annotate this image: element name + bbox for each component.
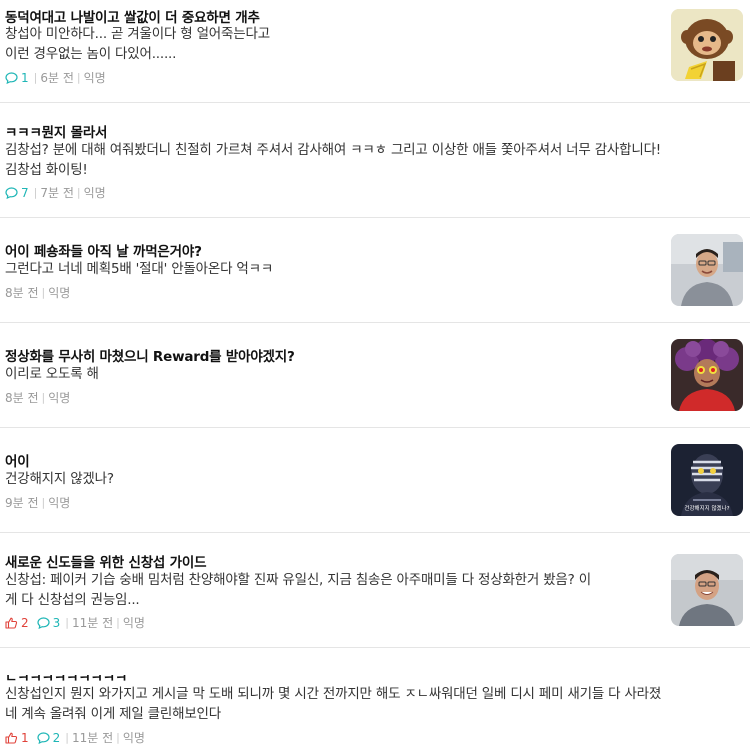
comment-icon — [5, 71, 18, 84]
comment-icon — [5, 186, 18, 199]
post-time: 7분 전 — [40, 186, 74, 200]
post-time: 11분 전 — [72, 616, 114, 630]
post-title[interactable]: 어이 페숑좌들 아직 날 까먹은거야? — [5, 240, 202, 260]
post-title[interactable]: 새로운 신도들을 위한 신창섭 가이드 — [5, 551, 207, 571]
costume-person-photo — [671, 339, 743, 411]
post-meta: 1 2 | 11분 전 | 익명 — [5, 729, 145, 746]
post-body-line: 네 계속 올려줘 이게 제일 클린해보인다 — [5, 706, 221, 722]
post-author: 익명 — [83, 71, 106, 85]
post-author: 익명 — [48, 391, 71, 405]
post-body-line: 건강해지지 않겠나? — [5, 471, 114, 487]
post-title[interactable]: ㅋㅋㅋ뭔지 몰라서 — [5, 121, 107, 141]
post-thumbnail[interactable] — [671, 554, 743, 626]
comment-count: 2 — [37, 731, 60, 745]
meta-divider: | — [65, 731, 69, 744]
post-body-line: 신창섭: 페이커 기습 숭배 밈처럼 찬양해야할 진짜 유일신, 지금 침송은 … — [5, 572, 591, 588]
post-thumbnail[interactable]: 건강해지지 않겠나? — [671, 444, 743, 516]
post-meta: 9분 전 | 익명 — [5, 494, 70, 511]
meta-divider: | — [41, 391, 46, 404]
post-item[interactable]: 정상화를 무사히 마쳤으니 Reward를 받아야겠지? 이리로 오도록 해 8… — [0, 323, 750, 428]
like-count: 1 — [5, 731, 29, 745]
post-author: 익명 — [83, 186, 106, 200]
meta-divider: | — [116, 616, 120, 629]
post-body-line: 이리로 오도록 해 — [5, 366, 99, 382]
post-title[interactable]: ㄷㅋㅋㅋㅋㅋㅋㅋㅋㅋ — [5, 675, 127, 686]
comment-count: 1 — [5, 71, 29, 85]
monkey-character-image — [671, 9, 743, 81]
post-item[interactable]: 어이 건강해지지 않겠나? 9분 전 | 익명 건강해지지 않겠나? — [0, 428, 750, 533]
post-item[interactable]: ㅋㅋㅋ뭔지 몰라서 김창섭? 분에 대해 여줘봤더니 친절히 가르쳐 주셔서 감… — [0, 103, 750, 218]
post-author: 익명 — [48, 496, 71, 510]
thumbs-up-icon — [5, 732, 18, 744]
comment-count: 3 — [37, 616, 60, 630]
post-author: 익명 — [122, 731, 145, 745]
meta-divider: | — [76, 71, 81, 84]
comment-icon — [37, 616, 50, 629]
post-thumbnail[interactable] — [671, 339, 743, 411]
post-body: 이리로 오도록 해 — [5, 364, 99, 384]
post-time: 6분 전 — [40, 71, 74, 85]
post-body: 그런다고 너네 메획5배 '절대' 안돌아온다 억ㅋㅋ — [5, 259, 273, 279]
post-item[interactable]: 동덕여대고 나발이고 쌀값이 더 중요하면 개추 창섭아 미안하다... 곧 겨… — [0, 0, 750, 103]
post-title[interactable]: 동덕여대고 나발이고 쌀값이 더 중요하면 개추 — [5, 6, 260, 26]
like-count: 2 — [5, 616, 29, 630]
post-body: 창섭아 미안하다... 곧 겨울이다 형 얼어죽는다고 이런 경우없는 놈이 다… — [5, 24, 270, 64]
post-item[interactable]: ㄷㅋㅋㅋㅋㅋㅋㅋㅋㅋ 신창섭인지 뭔지 와가지고 게시글 막 도배 되니까 몇 … — [0, 648, 750, 752]
meta-divider: | — [65, 616, 69, 629]
post-meta: 2 3 | 11분 전 | 익명 — [5, 614, 145, 631]
post-time: 8분 전 — [5, 391, 39, 405]
post-meta: 8분 전 | 익명 — [5, 284, 70, 301]
man-smiling-photo — [671, 554, 743, 626]
post-body-line: 김창섭? 분에 대해 여줘봤더니 친절히 가르쳐 주셔서 감사해여 ㅋㅋㅎ 그리… — [5, 142, 662, 158]
post-item[interactable]: 어이 페숑좌들 아직 날 까먹은거야? 그런다고 너네 메획5배 '절대' 안돌… — [0, 218, 750, 323]
meta-divider: | — [116, 731, 120, 744]
post-author: 익명 — [122, 616, 145, 630]
meta-divider: | — [41, 496, 46, 509]
post-thumbnail[interactable] — [671, 9, 743, 81]
post-body-line: 신창섭인지 뭔지 와가지고 게시글 막 도배 되니까 몇 시간 전까지만 해도 … — [5, 686, 662, 702]
post-thumbnail[interactable] — [671, 234, 743, 306]
meta-divider: | — [41, 286, 46, 299]
post-body-line: 김창섭 화이팅! — [5, 162, 88, 178]
meta-divider: | — [33, 71, 38, 84]
thumbs-up-icon — [5, 617, 18, 629]
post-body-line: 창섭아 미안하다... 곧 겨울이다 형 얼어죽는다고 — [5, 26, 270, 42]
anime-villain-image: 건강해지지 않겠나? — [671, 444, 743, 516]
post-body-line: 이런 경우없는 놈이 다있어...... — [5, 46, 177, 62]
post-body-line: 게 다 신창섭의 권능임... — [5, 592, 140, 608]
man-portrait-photo — [671, 234, 743, 306]
post-body: 김창섭? 분에 대해 여줘봤더니 친절히 가르쳐 주셔서 감사해여 ㅋㅋㅎ 그리… — [5, 140, 661, 180]
thumbnail-caption: 건강해지지 않겠나? — [684, 504, 729, 512]
post-body-line: 그런다고 너네 메획5배 '절대' 안돌아온다 억ㅋㅋ — [5, 261, 274, 277]
post-meta: 7 | 7분 전 | 익명 — [5, 184, 106, 201]
post-title[interactable]: 어이 — [5, 450, 30, 470]
post-body: 건강해지지 않겠나? — [5, 469, 114, 489]
post-body: 신창섭: 페이커 기습 숭배 밈처럼 찬양해야할 진짜 유일신, 지금 침송은 … — [5, 570, 591, 610]
comment-icon — [37, 731, 50, 744]
post-time: 9분 전 — [5, 496, 39, 510]
post-time: 11분 전 — [72, 731, 114, 745]
post-title[interactable]: 정상화를 무사히 마쳤으니 Reward를 받아야겠지? — [5, 345, 295, 365]
post-time: 8분 전 — [5, 286, 39, 300]
meta-divider: | — [33, 186, 38, 199]
comment-count: 7 — [5, 186, 29, 200]
post-meta: 1 | 6분 전 | 익명 — [5, 69, 106, 86]
post-feed: 동덕여대고 나발이고 쌀값이 더 중요하면 개추 창섭아 미안하다... 곧 겨… — [0, 0, 750, 752]
post-meta: 8분 전 | 익명 — [5, 389, 70, 406]
post-body: 신창섭인지 뭔지 와가지고 게시글 막 도배 되니까 몇 시간 전까지만 해도 … — [5, 684, 661, 724]
meta-divider: | — [76, 186, 81, 199]
post-author: 익명 — [48, 286, 71, 300]
post-item[interactable]: 새로운 신도들을 위한 신창섭 가이드 신창섭: 페이커 기습 숭배 밈처럼 찬… — [0, 533, 750, 648]
